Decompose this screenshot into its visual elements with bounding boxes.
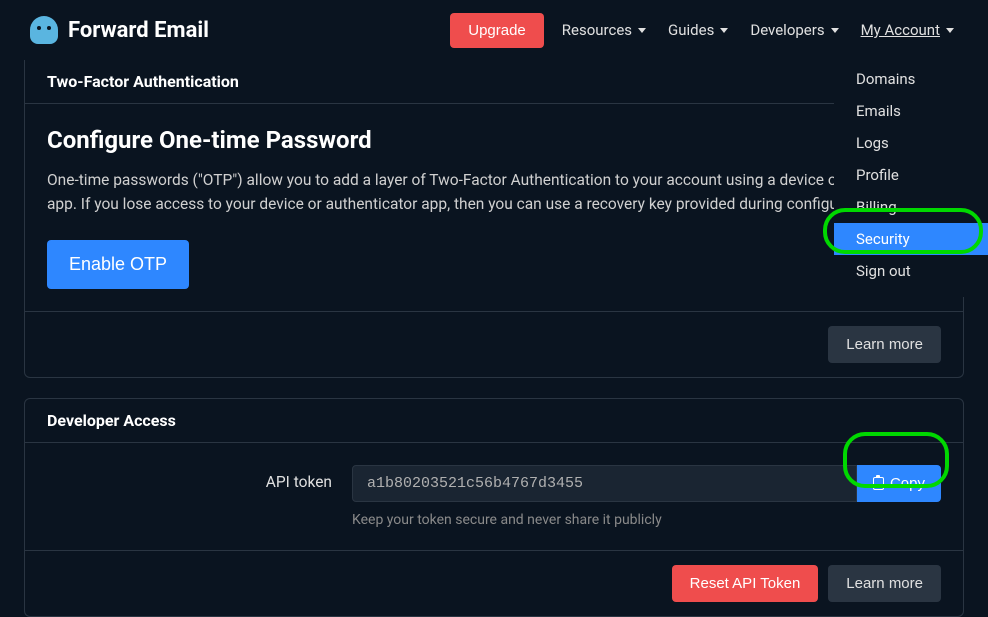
upgrade-button[interactable]: Upgrade: [450, 13, 544, 48]
api-token-control: Copy Keep your token secure and never sh…: [352, 465, 941, 528]
api-token-label: API token: [47, 465, 332, 491]
nav-guides[interactable]: Guides: [664, 15, 732, 45]
nav-my-account[interactable]: My Account: [857, 15, 958, 45]
nav-developers-label: Developers: [750, 21, 824, 39]
learn-more-button[interactable]: Learn more: [828, 565, 941, 602]
two-factor-footer: Learn more: [25, 311, 963, 377]
learn-more-button[interactable]: Learn more: [828, 326, 941, 363]
copy-label: Copy: [890, 475, 925, 492]
nav-guides-label: Guides: [668, 21, 714, 39]
developer-header: Developer Access: [25, 399, 963, 443]
caret-down-icon: [638, 28, 646, 33]
nav-resources-label: Resources: [562, 21, 632, 39]
card-two-factor: Two-Factor Authentication Configure One-…: [24, 60, 964, 378]
enable-otp-button[interactable]: Enable OTP: [47, 240, 189, 289]
developer-footer: Reset API Token Learn more: [25, 550, 963, 616]
dropdown-item-profile[interactable]: Profile: [834, 159, 988, 191]
nav-right: Upgrade Resources Guides Developers My A…: [450, 13, 958, 48]
api-token-input-group: Copy: [352, 465, 941, 502]
brand[interactable]: Forward Email: [30, 16, 209, 44]
nav-my-account-label: My Account: [861, 21, 940, 39]
reset-api-token-button[interactable]: Reset API Token: [672, 565, 819, 602]
two-factor-body: Configure One-time Password One-time pas…: [25, 104, 963, 311]
api-token-row: API token Copy Keep your token secure an…: [47, 465, 941, 528]
brand-text: Forward Email: [68, 18, 209, 43]
dropdown-item-domains[interactable]: Domains: [834, 63, 988, 95]
dropdown-item-billing[interactable]: Billing: [834, 191, 988, 223]
card-developer-access: Developer Access API token Copy Keep you…: [24, 398, 964, 617]
navbar: Forward Email Upgrade Resources Guides D…: [0, 0, 988, 60]
developer-body: API token Copy Keep your token secure an…: [25, 443, 963, 550]
copy-button[interactable]: Copy: [857, 465, 941, 502]
api-token-input[interactable]: [352, 465, 857, 502]
caret-down-icon: [831, 28, 839, 33]
dropdown-item-security[interactable]: Security: [834, 223, 988, 255]
two-factor-description: One-time passwords ("OTP") allow you to …: [47, 168, 941, 216]
clipboard-icon: [873, 477, 884, 490]
api-token-help: Keep your token secure and never share i…: [352, 512, 941, 528]
brand-logo-icon: [30, 16, 58, 44]
two-factor-header: Two-Factor Authentication: [25, 60, 963, 104]
two-factor-title: Configure One-time Password: [47, 126, 941, 154]
caret-down-icon: [720, 28, 728, 33]
caret-down-icon: [946, 28, 954, 33]
nav-resources[interactable]: Resources: [558, 15, 650, 45]
dropdown-item-emails[interactable]: Emails: [834, 95, 988, 127]
dropdown-item-signout[interactable]: Sign out: [834, 255, 988, 287]
account-dropdown: Domains Emails Logs Profile Billing Secu…: [834, 53, 988, 297]
nav-developers[interactable]: Developers: [746, 15, 842, 45]
dropdown-item-logs[interactable]: Logs: [834, 127, 988, 159]
